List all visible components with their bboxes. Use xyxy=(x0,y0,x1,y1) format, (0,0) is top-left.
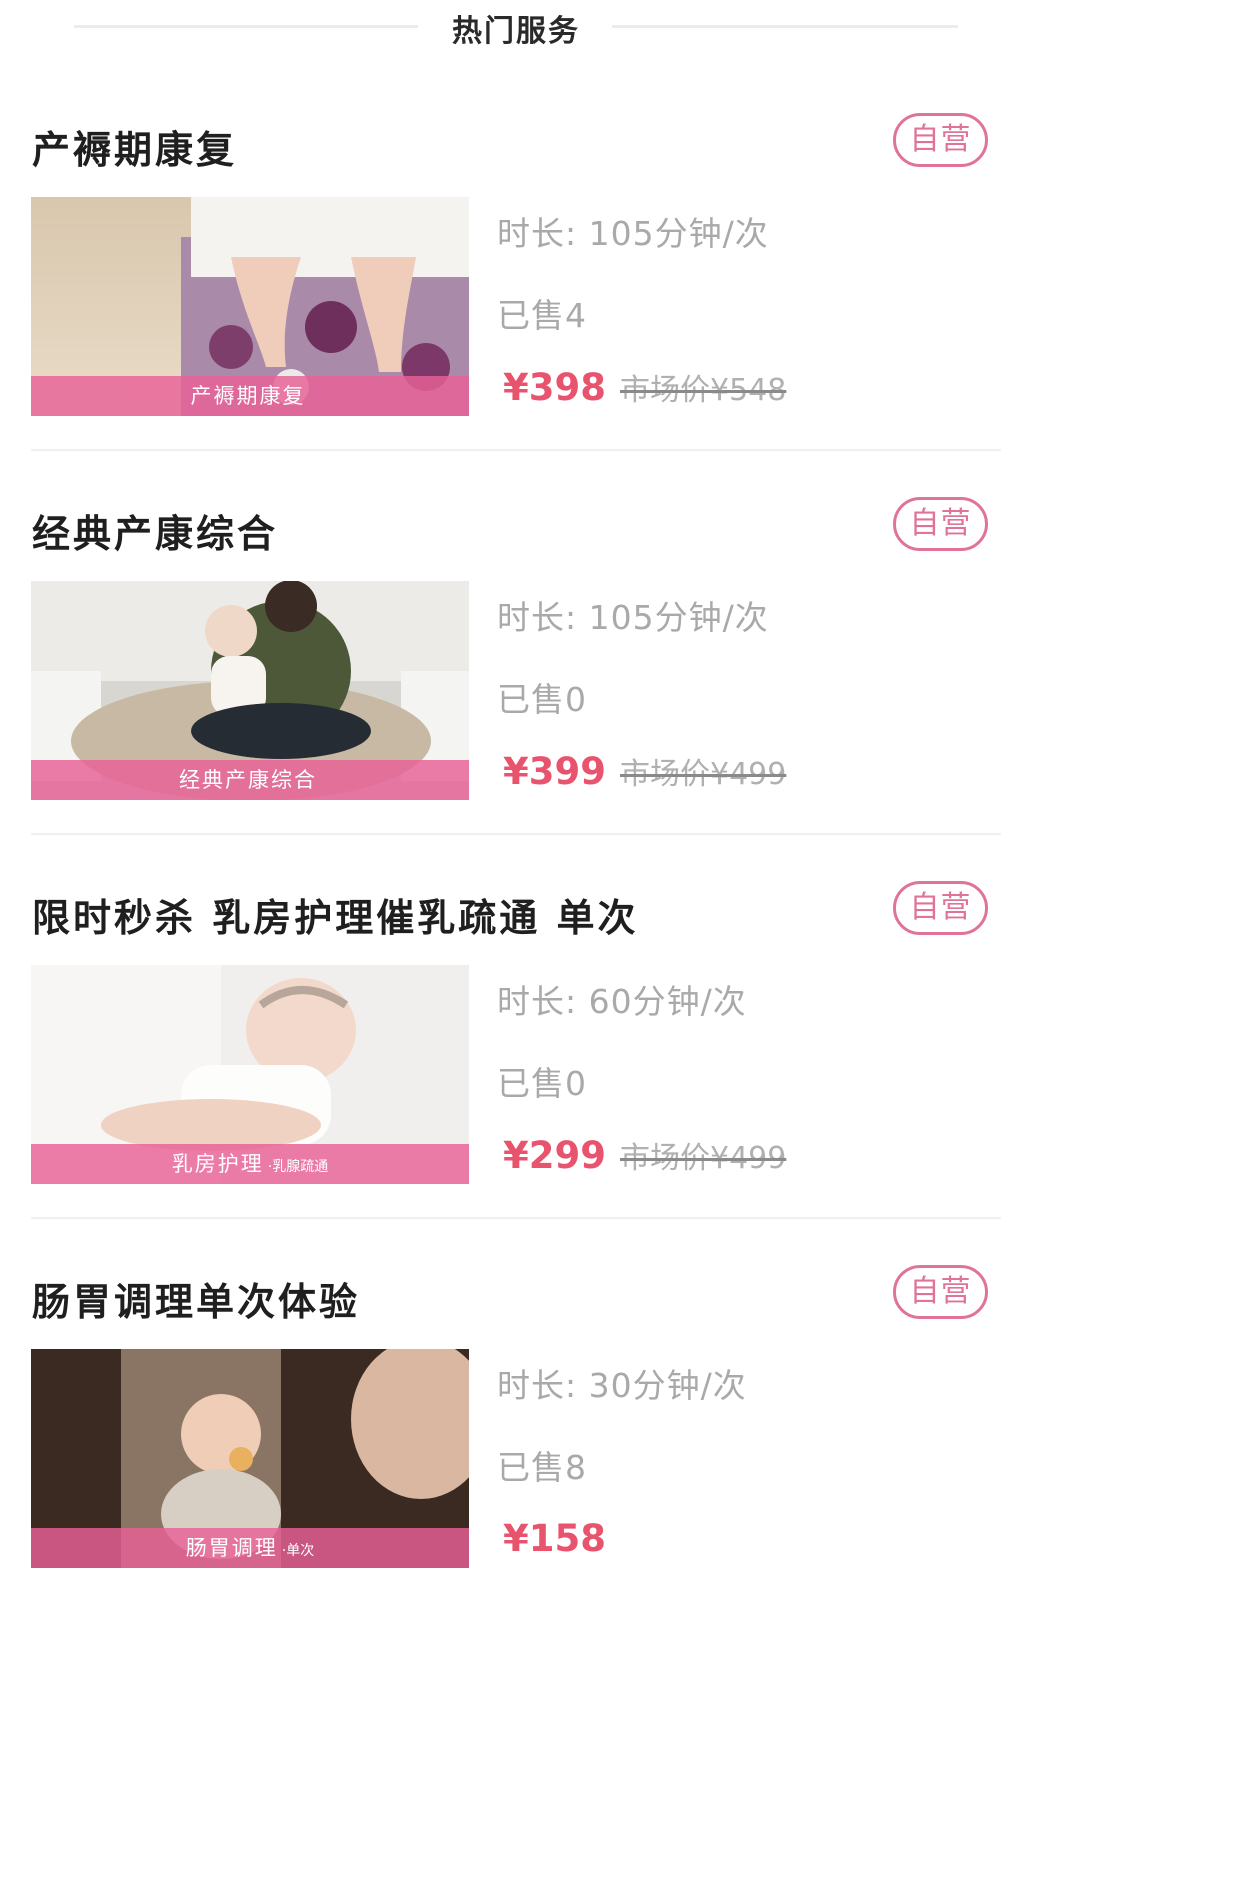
thumbnail-caption: 乳房护理 ·乳腺疏通 xyxy=(31,1144,469,1184)
service-thumbnail[interactable]: 乳房护理 ·乳腺疏通 xyxy=(31,965,469,1184)
service-thumbnail[interactable]: 经典产康综合 xyxy=(31,581,469,800)
caption-text: 经典产康综合 xyxy=(179,768,317,792)
sold-count: 已售4 xyxy=(497,296,587,335)
sale-price: ¥299 xyxy=(503,1134,606,1177)
self-operated-badge: 自营 xyxy=(893,113,988,167)
thumbnail-caption: 产褥期康复 xyxy=(31,376,469,416)
caption-subtext: ·单次 xyxy=(281,1543,315,1559)
section-header: 热门服务 xyxy=(0,0,1032,56)
caption-text: 乳房护理 xyxy=(171,1152,264,1176)
market-price: 市场价¥499 xyxy=(619,1141,787,1176)
price-row: ¥399 市场价¥499 xyxy=(503,749,786,793)
market-price: 市场价¥548 xyxy=(619,373,787,408)
service-thumbnail[interactable]: 产褥期康复 xyxy=(31,197,469,416)
caption-subtext: ·乳腺疏通 xyxy=(267,1159,329,1175)
service-title[interactable]: 经典产康综合 xyxy=(32,503,278,558)
price-row: ¥398 市场价¥548 xyxy=(503,365,786,409)
service-thumbnail[interactable]: 肠胃调理 ·单次 xyxy=(31,1349,469,1568)
thumbnail-caption: 经典产康综合 xyxy=(31,760,469,800)
service-card-gut-care[interactable]: 肠胃调理单次体验 自营 肠胃调理 ·单次 时长: 30分钟/次 已售8 ¥158 xyxy=(0,1219,1032,1603)
service-card-postpartum-recovery[interactable]: 产褥期康复 自营 产褥期康复 时长: 105分钟/次 已售4 ¥398 市场价¥5… xyxy=(0,67,1032,451)
self-operated-badge: 自营 xyxy=(893,881,988,935)
caption-text: 肠胃调理 xyxy=(185,1536,278,1560)
service-card-breast-care[interactable]: 限时秒杀 乳房护理催乳疏通 单次 自营 乳房护理 ·乳腺疏通 时长: 60分钟/次… xyxy=(0,835,1032,1219)
header-divider-right xyxy=(612,25,958,28)
thumbnail-caption: 肠胃调理 ·单次 xyxy=(31,1528,469,1568)
market-price: 市场价¥499 xyxy=(619,757,787,792)
service-title[interactable]: 限时秒杀 乳房护理催乳疏通 单次 xyxy=(32,887,638,942)
self-operated-badge: 自营 xyxy=(893,497,988,551)
price-row: ¥158 xyxy=(503,1517,620,1560)
service-card-classic-postnatal[interactable]: 经典产康综合 自营 经典产康综合 时长: 105分钟/次 已售0 ¥399 市场价… xyxy=(0,451,1032,835)
service-duration: 时长: 105分钟/次 xyxy=(497,214,769,253)
sale-price: ¥158 xyxy=(503,1517,606,1560)
caption-text: 产褥期康复 xyxy=(190,384,306,408)
service-duration: 时长: 30分钟/次 xyxy=(497,1366,747,1405)
service-title[interactable]: 产褥期康复 xyxy=(32,119,237,174)
sold-count: 已售0 xyxy=(497,680,587,719)
sold-count: 已售8 xyxy=(497,1448,587,1487)
sale-price: ¥399 xyxy=(503,750,606,793)
service-title[interactable]: 肠胃调理单次体验 xyxy=(32,1271,360,1326)
self-operated-badge: 自营 xyxy=(893,1265,988,1319)
price-row: ¥299 市场价¥499 xyxy=(503,1133,786,1177)
sale-price: ¥398 xyxy=(503,366,606,409)
sold-count: 已售0 xyxy=(497,1064,587,1103)
section-title: 热门服务 xyxy=(452,14,580,49)
service-duration: 时长: 105分钟/次 xyxy=(497,598,769,637)
service-duration: 时长: 60分钟/次 xyxy=(497,982,747,1021)
